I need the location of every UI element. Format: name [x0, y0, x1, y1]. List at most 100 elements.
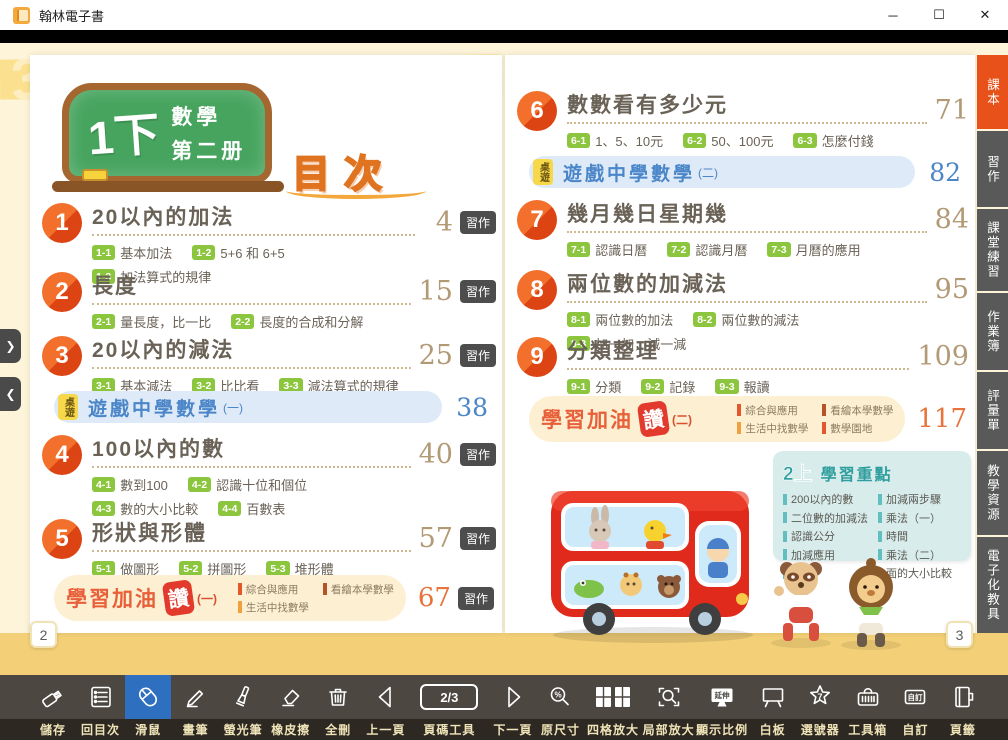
toolbar-items: 儲存回目次滑鼠畫筆螢光筆橡皮擦全刪上一頁2/3頁碼工具下一頁%原尺寸四格放大局部… [0, 675, 1008, 740]
boost-banner-row[interactable]: 學習加油讚(二)綜合與應用生活中找數學看繪本學數學數學園地117 [529, 396, 967, 442]
game-banner-title: 遊戲中學數學 [88, 394, 220, 421]
toolbar-original-size[interactable]: %原尺寸 [537, 675, 583, 740]
chapter-page-number: 40 [419, 439, 453, 470]
chapter-row[interactable]: 5形狀與形體5-1做圖形5-2拼圖形5-3堆形體57習作 [42, 517, 496, 578]
chapter-row[interactable]: 7幾月幾日星期幾7-1認識日曆7-2認識月曆7-3月曆的應用84 [517, 198, 969, 259]
close-button[interactable]: ✕ [962, 0, 1008, 30]
toolbar-region-zoom[interactable]: 局部放大 [643, 675, 695, 740]
toolbar-label: 顯示比例 [696, 719, 748, 740]
chapter-row[interactable]: 2長度2-1量長度，比一比2-2長度的合成和分解15習作 [42, 270, 496, 331]
toolbar-whiteboard[interactable]: 白板 [750, 675, 796, 740]
sub-item[interactable]: 7-3月曆的應用 [767, 240, 860, 259]
page-counter-value: 2/3 [420, 684, 478, 710]
toolbar-prev-page[interactable]: 上一頁 [363, 675, 409, 740]
toolbar-mouse[interactable]: 滑鼠 [125, 675, 171, 740]
chalkboard-tray [52, 181, 284, 192]
sub-item-code-badge: 5-3 [266, 561, 289, 576]
toolbar-eraser[interactable]: 橡皮擦 [268, 675, 314, 740]
sub-item-code-badge: 4-3 [92, 501, 115, 516]
sidebar-tab-5[interactable]: 評量單 [977, 372, 1008, 449]
game-banner-row[interactable]: 桌遊遊戲中學數學(一)38 [54, 391, 488, 423]
sub-item[interactable]: 4-1數到100 [92, 475, 168, 494]
sub-item[interactable]: 4-2認識十位和個位 [188, 475, 307, 494]
sub-item[interactable]: 6-3怎麼付錢 [793, 131, 873, 150]
maximize-button[interactable]: ☐ [916, 0, 962, 30]
boost-banner-pill: 學習加油讚(二)綜合與應用生活中找數學看繪本學數學數學園地 [529, 396, 905, 442]
page-counter: 2/3 [410, 675, 488, 719]
page-number-badge-right[interactable]: 3 [946, 621, 973, 648]
workbook-badge[interactable]: 習作 [460, 344, 496, 367]
sub-item[interactable]: 9-2記錄 [641, 377, 695, 396]
toolbar-label: 螢光筆 [224, 719, 263, 740]
workbook-badge[interactable]: 習作 [460, 280, 496, 303]
chapter-row[interactable]: 320以內的減法3-1基本減法3-2比比看3-3減法算式的規律25習作 [42, 334, 496, 395]
chapter-page-number: 71 [935, 95, 969, 126]
toolbar-toolbox[interactable]: 工具箱 [845, 675, 891, 740]
boost-banner-row[interactable]: 學習加油讚(一)綜合與應用生活中找數學看繪本學數學67習作 [54, 575, 494, 621]
workbook-badge[interactable]: 習作 [460, 527, 496, 550]
toolbar-number-picker[interactable]: 7選號器 [797, 675, 843, 740]
svg-text:7: 7 [818, 692, 823, 702]
toolbar-next-page[interactable]: 下一頁 [490, 675, 536, 740]
sub-item[interactable]: 6-11、5、10元 [567, 131, 663, 150]
sidebar-tab-7[interactable]: 電子化教具 [977, 537, 1008, 633]
sidebar-tab-1[interactable]: 課本 [977, 55, 1008, 129]
game-banner-pill: 桌遊遊戲中學數學(二) [529, 156, 915, 188]
toolbar-page-counter[interactable]: 2/3頁碼工具 [410, 675, 488, 740]
sub-item[interactable]: 8-1兩位數的加法 [567, 310, 673, 329]
chapter-row[interactable]: 9分類整理9-1分類9-2記錄9-3報讀109 [517, 335, 969, 396]
boost-banner-page-number: 67 [418, 583, 451, 613]
chapter-row[interactable]: 4100以內的數4-1數到1004-2認識十位和個位4-3數的大小比較4-4百數… [42, 433, 496, 518]
sidebar-tab-3[interactable]: 課堂練習 [977, 209, 1008, 291]
chapter-subsections: 4-1數到100 4-2認識十位和個位 4-3數的大小比較 4-4百數表 [92, 475, 411, 518]
sub-item[interactable]: 9-1分類 [567, 377, 621, 396]
page-tab-icon [940, 675, 986, 719]
sub-item[interactable]: 7-2認識月曆 [667, 240, 747, 259]
panel-expand-arrow[interactable]: ❯ [0, 329, 21, 363]
sub-item[interactable]: 1-25+6 和 6+5 [192, 243, 285, 262]
ebook-app: 翰林電子書 ─ ☐ ✕ 312132 1下 數學 第二册 目次 120以內的加法… [0, 0, 1008, 740]
sidebar-tab-6[interactable]: 教學資源 [977, 451, 1008, 535]
toolbar-save[interactable]: 儲存 [30, 675, 76, 740]
chapter-number: 6 [517, 91, 557, 131]
toolbar-display-scale[interactable]: 延伸顯示比例 [696, 675, 748, 740]
chapter-page-number: 84 [935, 204, 969, 235]
toolbar-highlighter[interactable]: 螢光筆 [220, 675, 266, 740]
sub-item[interactable]: 8-2兩位數的減法 [693, 310, 799, 329]
sidebar-tab-4[interactable]: 作業簿 [977, 293, 1008, 370]
panel-collapse-arrow[interactable]: ❮ [0, 377, 21, 411]
toolbar-quad-zoom[interactable]: 四格放大 [585, 675, 641, 740]
sub-item[interactable]: 1-1基本加法 [92, 243, 172, 262]
sidebar-tab-label: 教學資源 [983, 464, 1002, 522]
toolbar-toc[interactable]: 回目次 [78, 675, 124, 740]
sub-item[interactable]: 4-4百數表 [218, 499, 285, 518]
workbook-badge[interactable]: 習作 [460, 443, 496, 466]
workbook-badge[interactable]: 習作 [460, 211, 496, 234]
highlight-item: 200以內的數 [783, 491, 868, 507]
display-scale-icon: 延伸 [699, 675, 745, 719]
toolbar-custom[interactable]: 自訂自訂 [892, 675, 938, 740]
toolbar-trash[interactable]: 全刪 [315, 675, 361, 740]
sub-item-code-badge: 6-3 [793, 133, 816, 148]
page-number-badge-left[interactable]: 2 [30, 621, 57, 648]
sub-item-code-badge: 5-2 [179, 561, 202, 576]
sub-item-label: 兩位數的減法 [721, 310, 799, 329]
toolbar-pen[interactable]: 畫筆 [173, 675, 219, 740]
sub-item[interactable]: 6-250、100元 [683, 131, 773, 150]
toolbar-page-tab[interactable]: 頁籤 [940, 675, 986, 740]
sub-item[interactable]: 2-1量長度，比一比 [92, 312, 211, 331]
workbook-badge[interactable]: 習作 [458, 587, 494, 610]
game-banner-row[interactable]: 桌遊遊戲中學數學(二)82 [529, 156, 961, 188]
sub-item[interactable]: 9-3報讀 [715, 377, 769, 396]
toolbox-icon [845, 675, 891, 719]
highlights-grade: 2上 [783, 459, 813, 486]
sub-item[interactable]: 4-3數的大小比較 [92, 499, 198, 518]
minimize-button[interactable]: ─ [870, 0, 916, 30]
chapter-row[interactable]: 6數數看有多少元6-11、5、10元6-250、100元6-3怎麼付錢71 [517, 89, 969, 150]
sub-item[interactable]: 7-1認識日曆 [567, 240, 647, 259]
chapter-title-wrap: 兩位數的加減法 [567, 268, 927, 303]
sub-item-code-badge: 7-3 [767, 242, 790, 257]
right-page: 6數數看有多少元6-11、5、10元6-250、100元6-3怎麼付錢717幾月… [505, 55, 975, 633]
sub-item[interactable]: 2-2長度的合成和分解 [231, 312, 363, 331]
sidebar-tab-2[interactable]: 習作 [977, 131, 1008, 207]
